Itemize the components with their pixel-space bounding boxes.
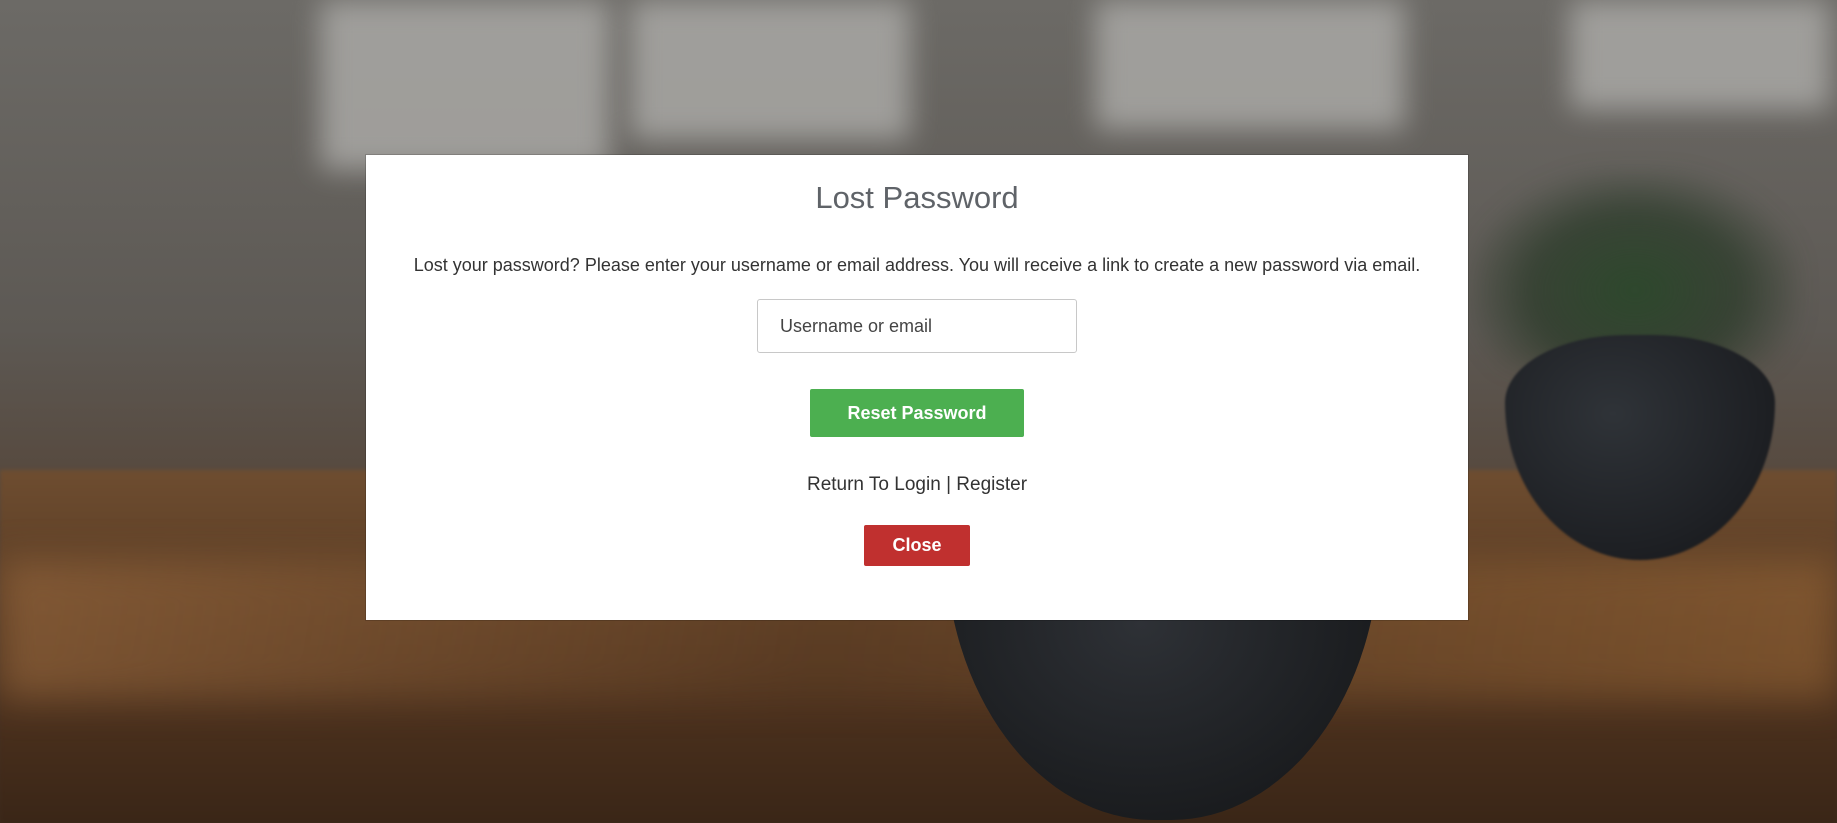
background-window-light xyxy=(1095,0,1405,130)
register-link[interactable]: Register xyxy=(956,474,1027,495)
close-button[interactable]: Close xyxy=(864,525,970,566)
modal-description: Lost your password? Please enter your us… xyxy=(413,255,1421,275)
background-window-light xyxy=(320,0,610,170)
background-window-light xyxy=(1570,0,1830,110)
username-or-email-input[interactable] xyxy=(757,299,1077,353)
background-window-light xyxy=(630,0,910,140)
auth-links: Return To Login | Register xyxy=(366,473,1468,497)
lost-password-modal: Lost Password Lost your password? Please… xyxy=(366,155,1468,620)
link-separator: | xyxy=(946,474,951,495)
return-to-login-link[interactable]: Return To Login xyxy=(807,474,941,495)
reset-password-button[interactable]: Reset Password xyxy=(810,389,1024,437)
modal-title: Lost Password xyxy=(815,180,1019,215)
username-field-wrapper xyxy=(757,299,1077,353)
